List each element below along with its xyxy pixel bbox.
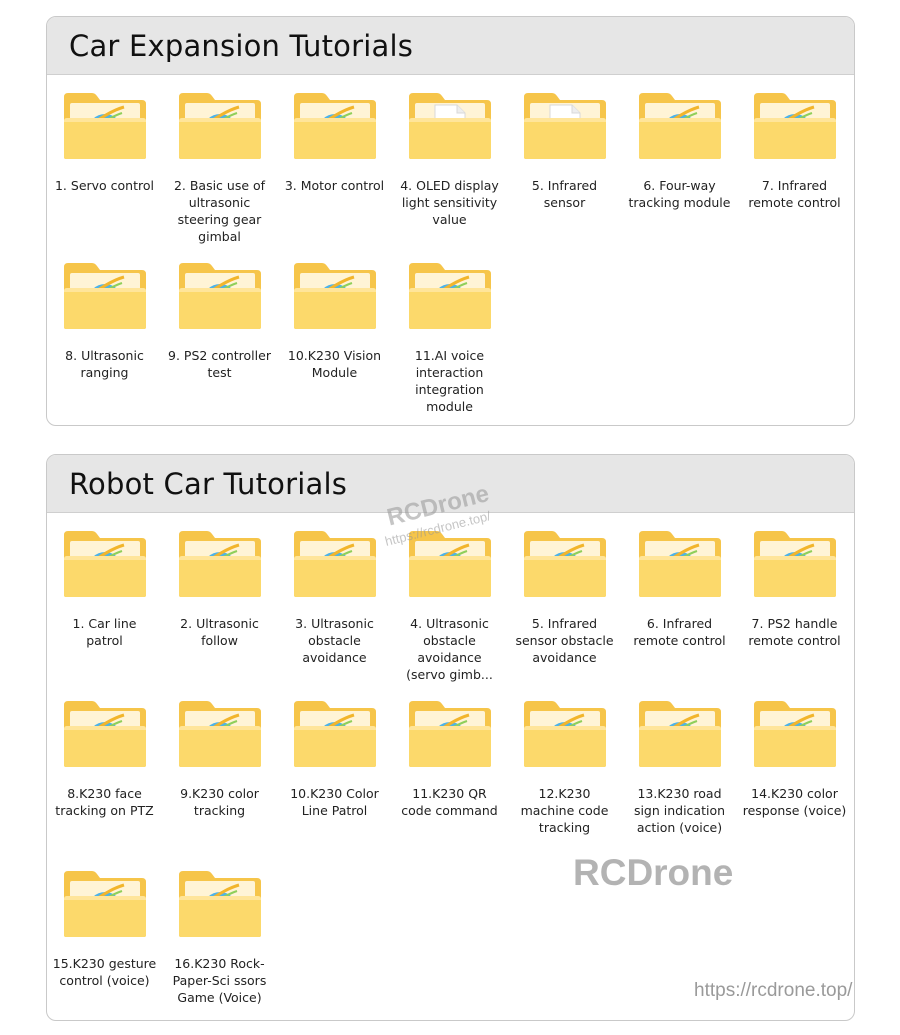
folder-item[interactable]: 16.K230 Rock-Paper-Sci ssors Game (Voice…	[162, 869, 277, 1020]
folder-browser-icon[interactable]	[752, 529, 838, 599]
folder-label[interactable]: 5. Infrared sensor	[513, 177, 617, 211]
folder-item[interactable]: 12.K230 machine code tracking	[507, 699, 622, 869]
folder-browser-icon[interactable]	[177, 261, 263, 331]
folder-browser-icon[interactable]	[522, 699, 608, 769]
folder-label[interactable]: 14.K230 color response (voice)	[743, 785, 847, 819]
folder-item[interactable]: 6. Infrared remote control	[622, 529, 737, 699]
folder-item[interactable]: 1. Servo control	[47, 91, 162, 261]
folder-grid: 1. Car line patrol 2. Ultrasonic follow 3.…	[47, 513, 854, 1020]
folder-label[interactable]: 8. Ultrasonic ranging	[53, 347, 157, 381]
folder-label[interactable]: 5. Infrared sensor obstacle avoidance	[513, 615, 617, 666]
folder-label[interactable]: 12.K230 machine code tracking	[513, 785, 617, 836]
folder-browser-icon[interactable]	[522, 529, 608, 599]
folder-item[interactable]: 2. Ultrasonic follow	[162, 529, 277, 699]
folder-document-icon[interactable]	[522, 91, 608, 161]
section-header: Robot Car Tutorials	[47, 455, 854, 513]
folder-label[interactable]: 6. Four-way tracking module	[628, 177, 732, 211]
folder-browser-icon[interactable]	[292, 699, 378, 769]
folder-label[interactable]: 10.K230 Color Line Patrol	[283, 785, 387, 819]
folder-item[interactable]: 3. Motor control	[277, 91, 392, 261]
folder-label[interactable]: 3. Ultrasonic obstacle avoidance	[283, 615, 387, 666]
folder-label[interactable]: 9.K230 color tracking	[168, 785, 272, 819]
folder-label[interactable]: 16.K230 Rock-Paper-Sci ssors Game (Voice…	[168, 955, 272, 1006]
folder-label[interactable]: 9. PS2 controller test	[168, 347, 272, 381]
section-header: Car Expansion Tutorials	[47, 17, 854, 75]
folder-label[interactable]: 13.K230 road sign indication action (voi…	[628, 785, 732, 836]
folder-browser-icon[interactable]	[407, 261, 493, 331]
folder-browser-icon[interactable]	[407, 529, 493, 599]
folder-browser-icon[interactable]	[752, 699, 838, 769]
folder-item[interactable]: 14.K230 color response (voice)	[737, 699, 852, 869]
folder-label[interactable]: 15.K230 gesture control (voice)	[53, 955, 157, 989]
folder-browser-icon[interactable]	[637, 699, 723, 769]
folder-browser-icon[interactable]	[62, 699, 148, 769]
folder-browser-icon[interactable]	[637, 91, 723, 161]
folder-item[interactable]: 8.K230 face tracking on PTZ	[47, 699, 162, 869]
folder-label[interactable]: 2. Basic use of ultrasonic steering gear…	[168, 177, 272, 245]
folder-item[interactable]: 8. Ultrasonic ranging	[47, 261, 162, 425]
folder-browser-icon[interactable]	[292, 529, 378, 599]
folder-label[interactable]: 2. Ultrasonic follow	[168, 615, 272, 649]
folder-label[interactable]: 11.AI voice interaction integration modu…	[398, 347, 502, 415]
folder-browser-icon[interactable]	[292, 91, 378, 161]
folder-item[interactable]: 9. PS2 controller test	[162, 261, 277, 425]
folder-browser-icon[interactable]	[177, 869, 263, 939]
folder-document-icon[interactable]	[407, 91, 493, 161]
folder-label[interactable]: 7. Infrared remote control	[743, 177, 847, 211]
folder-browser-icon[interactable]	[752, 91, 838, 161]
folder-item[interactable]: 5. Infrared sensor	[507, 91, 622, 261]
folder-item[interactable]: 9.K230 color tracking	[162, 699, 277, 869]
folder-label[interactable]: 7. PS2 handle remote control	[743, 615, 847, 649]
folder-grid: 1. Servo control 2. Basic use of ultrason…	[47, 75, 854, 425]
folder-browser-icon[interactable]	[407, 699, 493, 769]
folder-item[interactable]: 4. Ultrasonic obstacle avoidance (servo …	[392, 529, 507, 699]
folder-browser-icon[interactable]	[177, 699, 263, 769]
folder-browser-icon[interactable]	[637, 529, 723, 599]
folder-browser-icon[interactable]	[177, 91, 263, 161]
folder-label[interactable]: 3. Motor control	[283, 177, 387, 194]
folder-item[interactable]: 10.K230 Color Line Patrol	[277, 699, 392, 869]
section-car-expansion: Car Expansion Tutorials 1. Servo control…	[46, 16, 855, 426]
folder-item[interactable]: 7. Infrared remote control	[737, 91, 852, 261]
section-title: Robot Car Tutorials	[69, 466, 348, 501]
folder-browser-icon[interactable]	[62, 91, 148, 161]
folder-label[interactable]: 4. OLED display light sensitivity value	[398, 177, 502, 228]
folder-item[interactable]: 4. OLED display light sensitivity value	[392, 91, 507, 261]
folder-label[interactable]: 4. Ultrasonic obstacle avoidance (servo …	[398, 615, 502, 683]
folder-label[interactable]: 6. Infrared remote control	[628, 615, 732, 649]
section-title: Car Expansion Tutorials	[69, 28, 414, 63]
folder-browser-icon[interactable]	[62, 869, 148, 939]
folder-label[interactable]: 1. Servo control	[53, 177, 157, 194]
folder-label[interactable]: 10.K230 Vision Module	[283, 347, 387, 381]
folder-label[interactable]: 8.K230 face tracking on PTZ	[53, 785, 157, 819]
section-robot-car: Robot Car Tutorials 1. Car line patrol 2.…	[46, 454, 855, 1021]
folder-browser-icon[interactable]	[62, 261, 148, 331]
folder-item[interactable]: 10.K230 Vision Module	[277, 261, 392, 425]
folder-item[interactable]: 13.K230 road sign indication action (voi…	[622, 699, 737, 869]
folder-browser-icon[interactable]	[62, 529, 148, 599]
folder-item[interactable]: 11.K230 QR code command	[392, 699, 507, 869]
folder-item[interactable]: 2. Basic use of ultrasonic steering gear…	[162, 91, 277, 261]
folder-label[interactable]: 11.K230 QR code command	[398, 785, 502, 819]
folder-item[interactable]: 11.AI voice interaction integration modu…	[392, 261, 507, 425]
folder-item[interactable]: 6. Four-way tracking module	[622, 91, 737, 261]
folder-browser-icon[interactable]	[177, 529, 263, 599]
folder-item[interactable]: 3. Ultrasonic obstacle avoidance	[277, 529, 392, 699]
folder-item[interactable]: 1. Car line patrol	[47, 529, 162, 699]
folder-item[interactable]: 15.K230 gesture control (voice)	[47, 869, 162, 1020]
folder-browser-icon[interactable]	[292, 261, 378, 331]
folder-item[interactable]: 5. Infrared sensor obstacle avoidance	[507, 529, 622, 699]
folder-label[interactable]: 1. Car line patrol	[53, 615, 157, 649]
folder-item[interactable]: 7. PS2 handle remote control	[737, 529, 852, 699]
